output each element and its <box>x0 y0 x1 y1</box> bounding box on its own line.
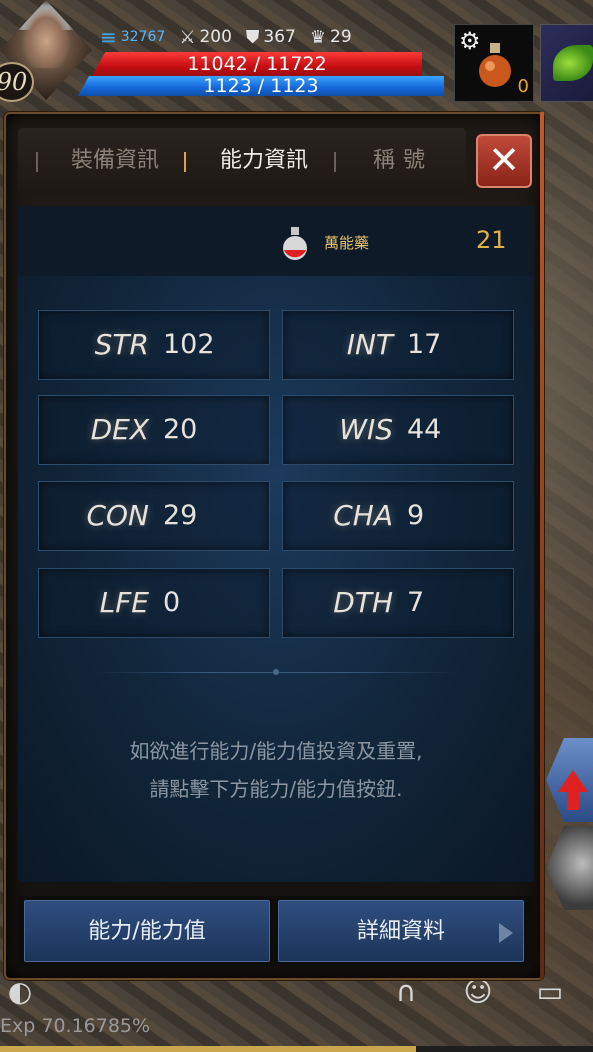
exp-text: Exp 70.16785% <box>0 1015 151 1037</box>
stat-box-dex: DEX 20 <box>38 395 270 465</box>
stat-value: 7 <box>407 587 425 618</box>
panel-edge <box>540 112 544 980</box>
ability-content: 萬能藥 21 STR 102 INT 17 DEX 20 WIS 44 CON … <box>18 206 534 882</box>
stat-value: 20 <box>163 414 198 445</box>
close-button[interactable]: ✕ <box>476 134 532 188</box>
potion-name: 萬能藥 <box>324 234 370 252</box>
hud-stats-row: ≡ 32767 ⚔ 200 ⛊ 367 ♛ 29 <box>100 24 360 50</box>
potion-icon <box>479 43 511 87</box>
speed-icon: ≡ <box>100 25 117 49</box>
tab-separator <box>334 152 336 172</box>
divider-dot <box>273 669 279 675</box>
side-skill-button[interactable] <box>546 826 593 910</box>
stat-box-cha: CHA 9 <box>282 481 514 551</box>
hint-text: 如欲進行能力/能力值投資及重置, 請點擊下方能力/能力值按鈕. <box>18 732 534 808</box>
tab-ability[interactable]: 能力資訊 <box>194 128 334 194</box>
tab-equip[interactable]: 裝備資訊 <box>50 128 180 194</box>
stat-box-str: STR 102 <box>38 310 270 380</box>
stat-name: STR <box>94 328 149 361</box>
stat-box-con: CON 29 <box>38 481 270 551</box>
mp-bar: 1123 / 1123 <box>78 76 444 96</box>
speed-value: 32767 <box>120 29 166 45</box>
stat-name: DEX <box>90 413 149 446</box>
speed-stat: ≡ 32767 <box>100 25 165 49</box>
potion-header: 萬能藥 21 <box>18 206 534 276</box>
stat-value: 102 <box>163 329 215 360</box>
stat-box-lfe: LFE 0 <box>38 568 270 638</box>
hint-line-1: 如欲進行能力/能力值投資及重置, <box>129 739 423 763</box>
tab-title[interactable]: 稱號 <box>348 128 458 194</box>
quick-potion-slot[interactable]: ⚙ 0 <box>454 24 534 102</box>
character-info-panel: 裝備資訊 能力資訊 稱號 ✕ 萬能藥 21 STR 102 INT 17 DEX… <box>4 112 544 980</box>
exp-bar <box>0 1046 593 1052</box>
defense-value: 367 <box>263 27 296 47</box>
stat-name: WIS <box>339 413 393 446</box>
stat-box-int: INT 17 <box>282 310 514 380</box>
tab-separator <box>36 152 38 172</box>
detail-button-label: 詳細資料 <box>356 919 445 944</box>
stat-value: 29 <box>163 500 198 531</box>
leaf-icon <box>553 45 593 81</box>
portrait-face <box>22 8 70 68</box>
stat-box-dth: DTH 7 <box>282 568 514 638</box>
stat-name: CHA <box>333 499 393 532</box>
panel-tabs: 裝備資訊 能力資訊 稱號 <box>18 128 466 194</box>
tab-separator-active <box>184 152 186 172</box>
exp-bar-fill <box>0 1046 417 1052</box>
defense-stat: ⛊ 367 <box>246 27 296 48</box>
stat-name: CON <box>86 499 149 532</box>
hint-line-2: 請點擊下方能力/能力值按鈕. <box>149 777 403 801</box>
slot-count: 0 <box>517 76 529 97</box>
elixir-icon <box>283 227 307 260</box>
attack-value: 200 <box>199 27 232 47</box>
detail-button[interactable]: 詳細資料 <box>278 900 524 962</box>
potion-count: 21 <box>476 226 507 254</box>
stat-name: INT <box>346 328 393 361</box>
stat-value: 17 <box>407 329 442 360</box>
trophy-icon: ♛ <box>309 26 326 48</box>
arrow-right-icon <box>499 923 513 943</box>
stat-name: LFE <box>99 586 149 619</box>
stat-value: 44 <box>407 414 442 445</box>
stat-value: 9 <box>407 500 425 531</box>
quick-skill-slot[interactable] <box>540 24 593 102</box>
trophy-value: 29 <box>330 27 352 47</box>
attack-stat: ⚔ 200 <box>179 27 232 48</box>
armor-icon: ⛊ <box>245 26 260 48</box>
panel-button-row: 能力/能力值 詳細資料 <box>18 896 534 966</box>
trophy-stat: ♛ 29 <box>310 27 352 48</box>
stat-value: 0 <box>163 587 181 618</box>
stat-name: DTH <box>333 586 393 619</box>
stat-box-wis: WIS 44 <box>282 395 514 465</box>
ability-button[interactable]: 能力/能力值 <box>24 900 270 962</box>
sword-icon: ⚔ <box>179 26 196 48</box>
hp-bar: 11042 / 11722 <box>92 52 422 76</box>
